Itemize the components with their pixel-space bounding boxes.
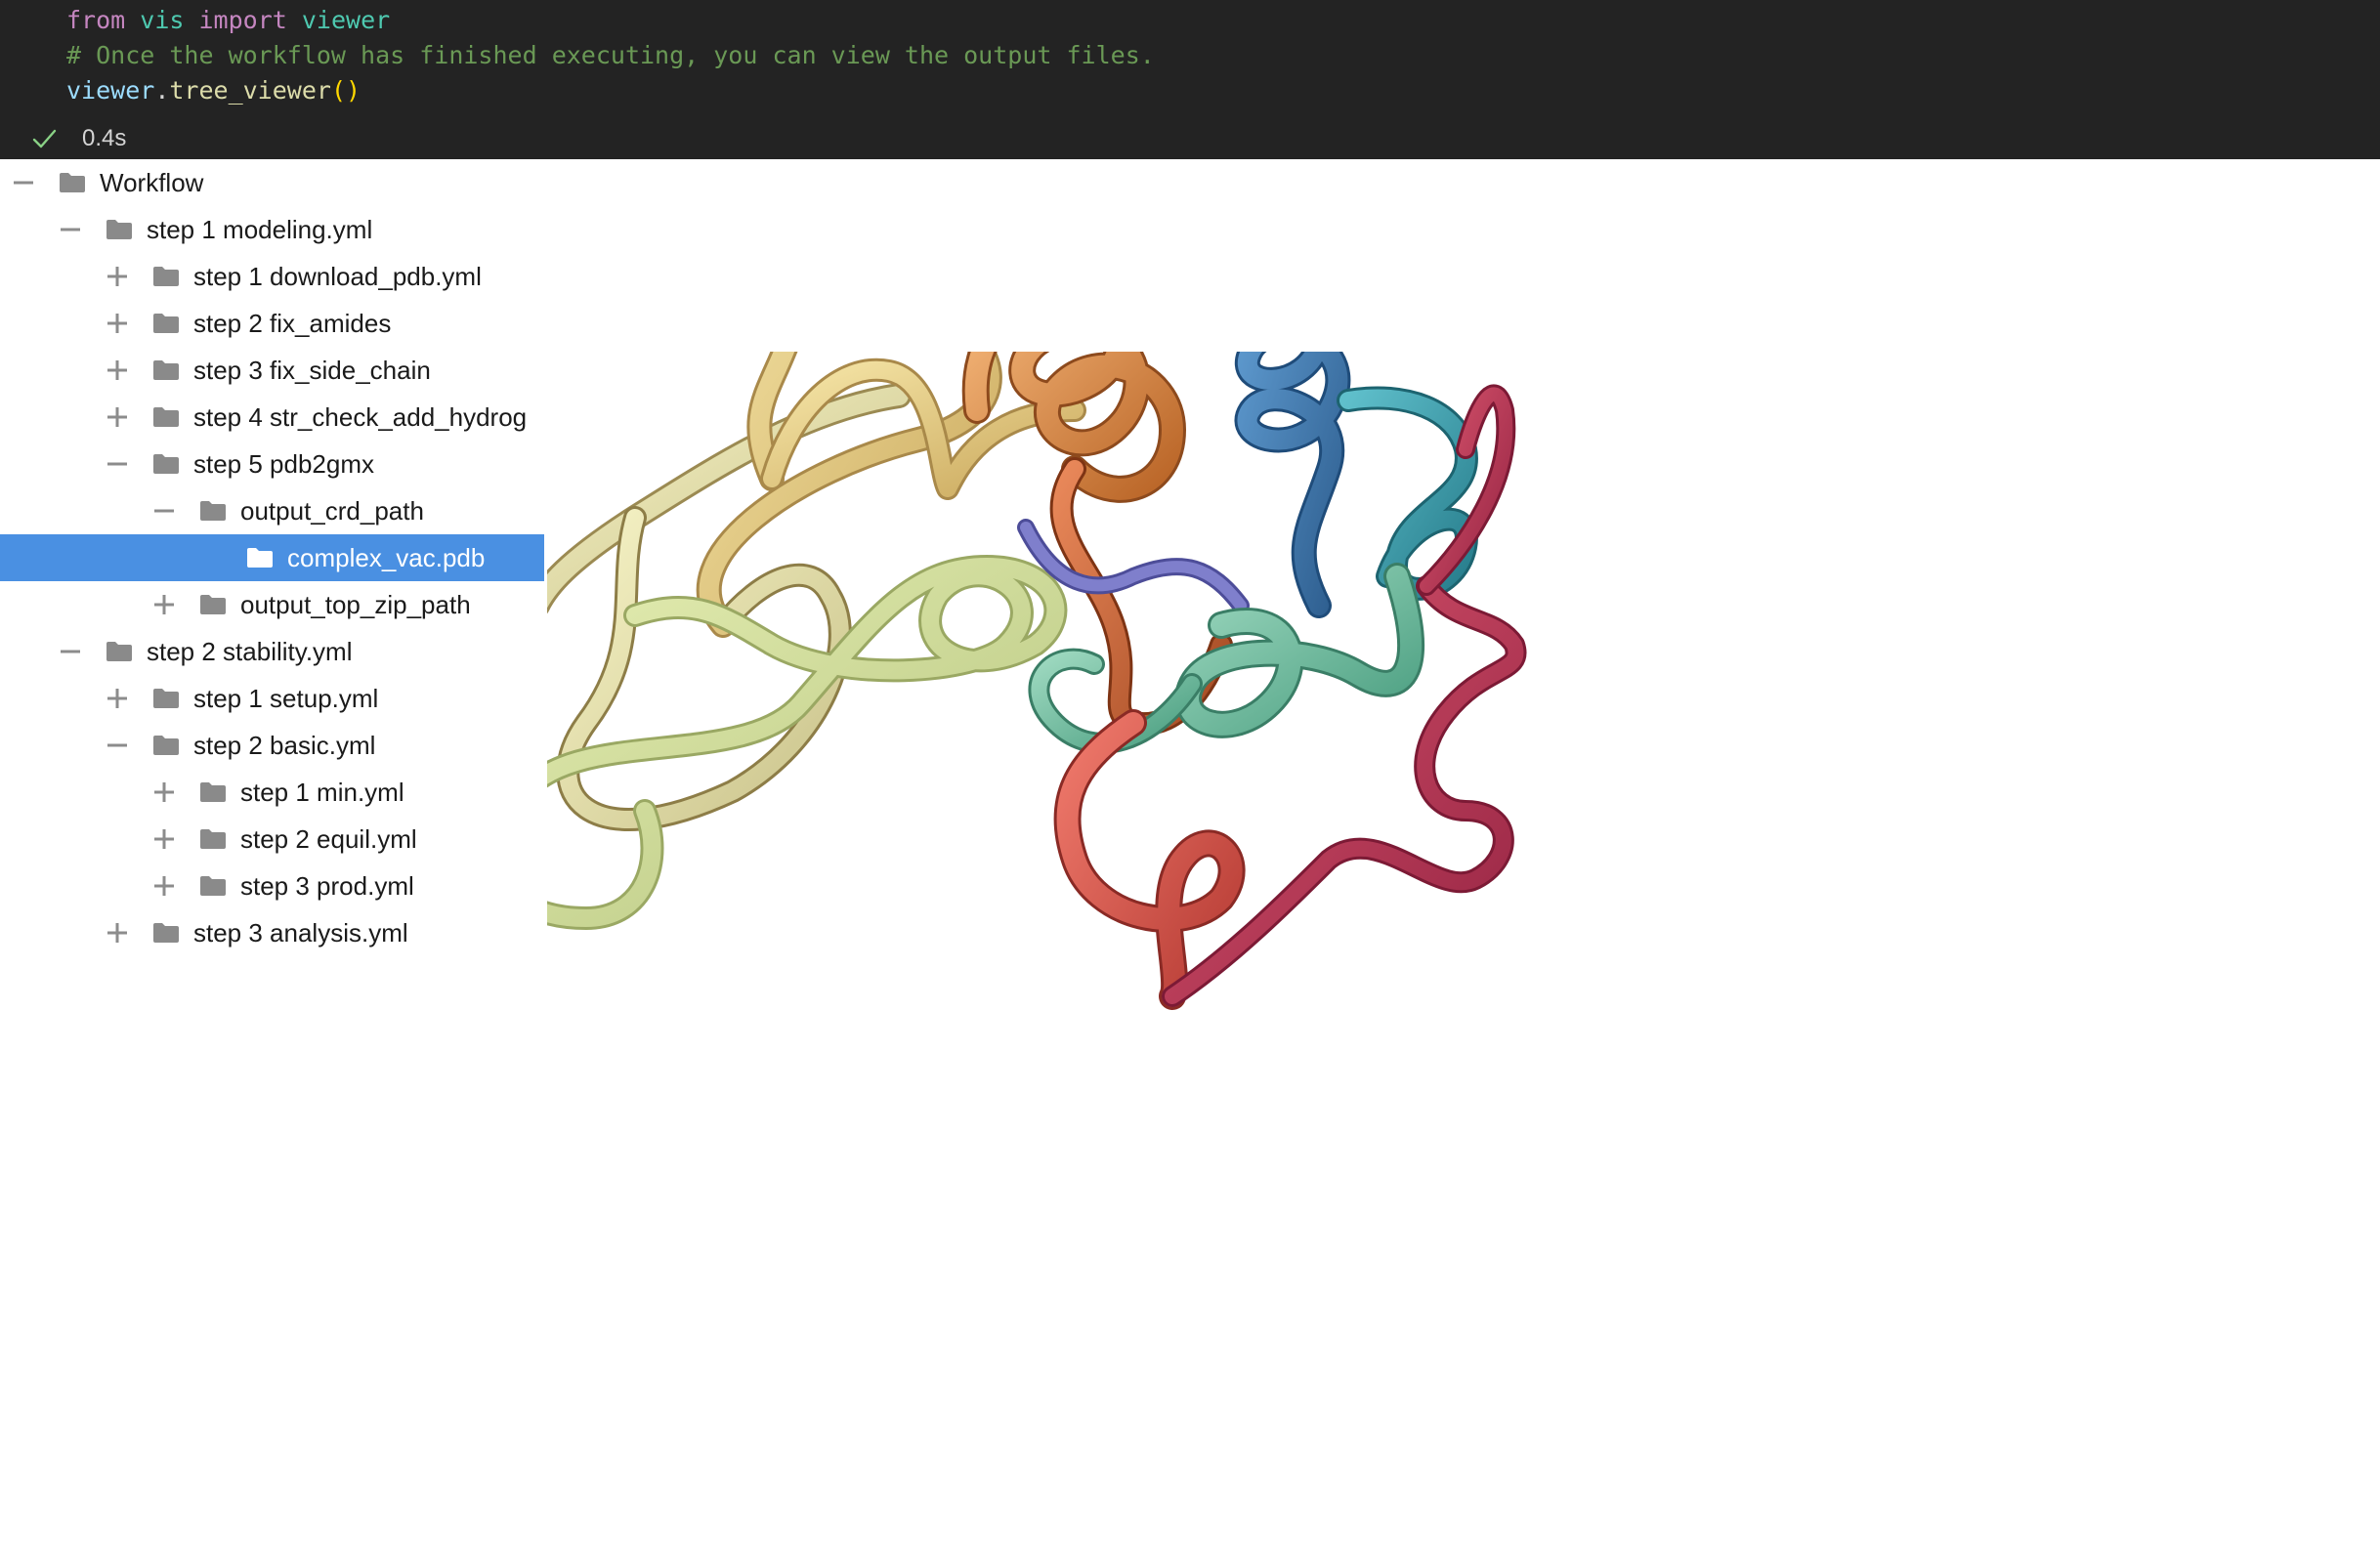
folder-icon [106,220,132,239]
code-line-import: from vis import viewer [66,4,390,37]
tree-node[interactable]: step 2 stability.yml [0,628,544,675]
check-icon [32,129,57,148]
tree-node[interactable]: step 3 fix_side_chain [0,347,544,394]
tree-node-label: complex_vac.pdb [287,543,486,572]
tree-node-label: step 2 basic.yml [193,731,376,760]
molecule-viewer[interactable] [547,352,2380,1558]
tree-node[interactable]: step 1 min.yml [0,769,544,816]
code-token: vis [140,6,185,34]
tree-node-label: step 2 equil.yml [240,824,417,854]
execution-time: 0.4s [82,125,127,151]
ribbon-segment [1056,712,1243,1007]
expand-icon[interactable] [106,405,129,429]
tree-node-label: step 1 modeling.yml [147,215,373,244]
tree-node-label: step 3 prod.yml [240,871,414,901]
expand-icon[interactable] [106,358,129,382]
expand-icon[interactable] [152,874,176,898]
tree-node-label: step 1 min.yml [240,778,404,807]
ribbon-segment [1177,566,1423,736]
expand-icon[interactable] [106,265,129,288]
folder-icon [153,736,179,755]
expand-icon[interactable] [152,780,176,804]
tree-node[interactable]: Workflow [0,159,544,206]
tree-node-label: step 3 analysis.yml [193,918,408,947]
collapse-icon[interactable] [59,218,82,241]
code-cell: from vis import viewer # Once the workfl… [0,0,2380,159]
folder-icon [200,595,226,614]
tree-node[interactable]: step 4 str_check_add_hydrog [0,394,544,441]
code-token: viewer [66,76,155,105]
tree-node[interactable]: step 1 modeling.yml [0,206,544,253]
collapse-icon[interactable] [152,499,176,523]
collapse-icon[interactable] [59,640,82,663]
folder-icon [106,642,132,661]
expand-icon[interactable] [106,921,129,945]
code-token: tree_viewer [169,76,331,105]
tree-node[interactable]: step 1 download_pdb.yml [0,253,544,300]
folder-icon [200,501,226,521]
workflow-tree: Workflow step 1 modeling.yml step 1 downlo… [0,159,547,999]
expand-icon[interactable] [152,827,176,851]
tree-node[interactable]: step 1 setup.yml [0,675,544,722]
tree-node[interactable]: step 3 prod.yml [0,863,544,909]
folder-icon [153,454,179,474]
folder-icon [153,689,179,708]
code-line-comment: # Once the workflow has finished executi… [66,41,1155,69]
collapse-icon[interactable] [12,171,35,194]
tree-node-label: step 2 fix_amides [193,309,392,338]
code-token: from [66,6,126,34]
code-line-call: viewer.tree_viewer() [66,74,361,107]
collapse-icon[interactable] [106,734,129,757]
collapse-icon[interactable] [106,452,129,476]
tree-node[interactable]: step 2 fix_amides [0,300,544,347]
folder-icon [60,173,85,192]
tree-node-selected[interactable]: complex_vac.pdb [0,534,544,581]
folder-icon [200,829,226,849]
folder-icon [247,548,273,568]
expand-icon[interactable] [152,593,176,616]
folder-icon [200,782,226,802]
tree-node-label: step 1 download_pdb.yml [193,262,482,291]
tree-node-label: Workflow [100,168,204,197]
tree-node[interactable]: output_crd_path [0,487,544,534]
tree-node[interactable]: output_top_zip_path [0,581,544,628]
tree-node[interactable]: step 2 basic.yml [0,722,544,769]
tree-node-label: step 4 str_check_add_hydrog [193,402,528,432]
tree-node[interactable]: step 2 equil.yml [0,816,544,863]
tree-node-label: step 3 fix_side_chain [193,356,431,385]
folder-icon [200,876,226,896]
expand-icon[interactable] [106,312,129,335]
code-token: import [198,6,287,34]
folder-icon [153,314,179,333]
folder-icon [153,407,179,427]
code-token: () [330,76,361,105]
tree-node-label: output_crd_path [240,496,424,526]
folder-icon [153,360,179,380]
folder-icon [153,923,179,943]
folder-icon [153,267,179,286]
tree-node-label: step 2 stability.yml [147,637,353,666]
tree-node[interactable]: step 3 analysis.yml [0,909,544,956]
code-token: . [154,76,170,105]
expand-icon[interactable] [106,687,129,710]
tree-node-label: step 5 pdb2gmx [193,449,375,479]
tree-node-label: output_top_zip_path [240,590,471,619]
tree-node[interactable]: step 5 pdb2gmx [0,441,544,487]
tree-node-label: step 1 setup.yml [193,684,379,713]
code-token: viewer [301,6,391,34]
